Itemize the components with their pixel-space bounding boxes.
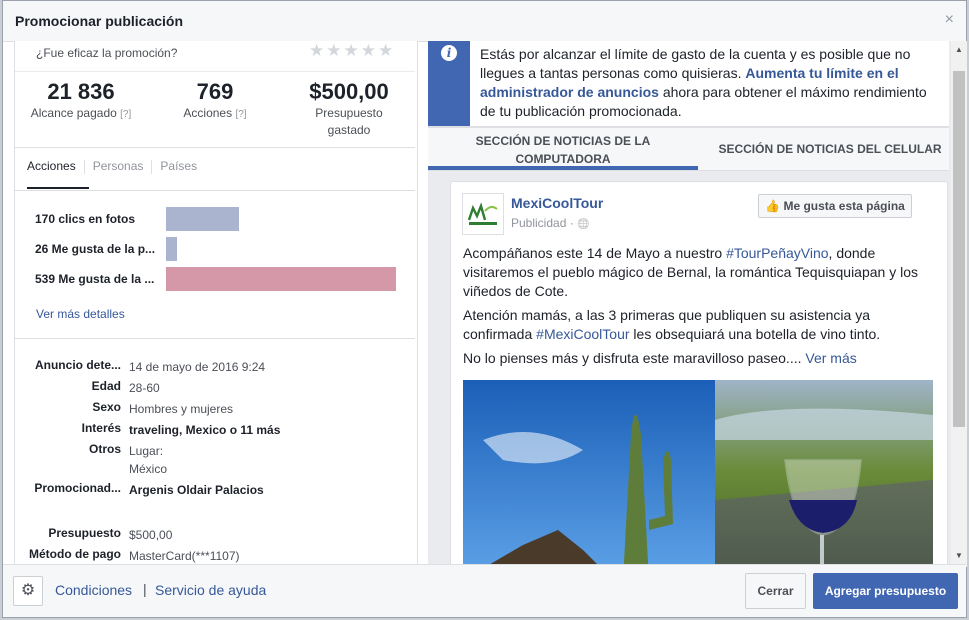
divider [15, 338, 415, 339]
sponsored-label: Publicidad · 🌐 [511, 216, 590, 230]
dialog-title: Promocionar publicación [15, 13, 184, 29]
close-icon[interactable]: × [945, 11, 954, 29]
post-text-1: Acompáñanos este 14 de Mayo a nuestro [463, 245, 727, 261]
footer-separator: | [143, 581, 147, 597]
sponsored-text: Publicidad · [511, 216, 578, 230]
action-label: 170 clics en fotos [35, 212, 136, 226]
stat-value: 769 [196, 79, 234, 104]
more-details-link[interactable]: Ver más detalles [36, 307, 125, 321]
tab-desktop-feed[interactable]: SECCIÓN DE NOTICIAS DE LA COMPUTADORA [428, 128, 698, 170]
detail-key: Interés [81, 421, 121, 435]
scroll-up-icon[interactable]: ▲ [955, 45, 963, 54]
thumbs-up-icon: 👍 [765, 199, 781, 213]
stat-label: Alcance pagado [30, 106, 117, 120]
preview-tabs: SECCIÓN DE NOTICIAS DE LA COMPUTADORA SE… [428, 128, 949, 171]
like-page-label: Me gusta esta página [783, 199, 905, 213]
notice-accent: i [428, 41, 470, 126]
globe-icon: 🌐 [577, 219, 590, 230]
preview-panel: i Estás por alcanzar el límite de gasto … [428, 41, 951, 567]
tab-actions[interactable]: Acciones [27, 159, 84, 173]
stat-label: Presupuesto [315, 106, 383, 120]
active-tab-indicator [27, 187, 89, 189]
divider [15, 147, 415, 148]
info-icon: i [441, 45, 457, 61]
detail-value: 14 de mayo de 2016 9:24 [129, 360, 266, 374]
stat-reach: 21 836 Alcance pagado [?] [29, 79, 133, 123]
action-label: 539 Me gusta de la ... [35, 272, 155, 286]
notice-text: Estás por alcanzar el límite de gasto de… [480, 45, 942, 121]
help-icon[interactable]: [?] [235, 109, 246, 120]
see-more-link[interactable]: Ver más [805, 350, 856, 366]
cancel-button[interactable]: Cerrar [745, 573, 806, 609]
detail-value: traveling, Mexico o 11 más [129, 423, 281, 437]
detail-value-2: México [129, 462, 168, 476]
scroll-down-icon[interactable]: ▼ [955, 551, 963, 560]
page-logo[interactable] [462, 193, 504, 235]
detail-value: 28-60 [129, 381, 160, 395]
detail-key: Edad [91, 379, 121, 393]
divider [83, 159, 85, 174]
page-name-link[interactable]: MexiCoolTour [511, 195, 603, 211]
detail-key: Sexo [92, 400, 121, 414]
detail-value: MasterCard(***1107) [129, 549, 240, 563]
star-rating-icon[interactable]: ★★★★★ [309, 41, 395, 61]
dialog-footer: ⚙ Condiciones | Servicio de ayuda Cerrar… [3, 564, 966, 617]
detail-key: Anuncio dete... [34, 358, 121, 372]
action-bar [166, 267, 396, 291]
spend-limit-notice: i Estás por alcanzar el límite de gasto … [428, 41, 949, 128]
add-budget-button[interactable]: Agregar presupuesto [813, 573, 958, 609]
tab-mobile-feed[interactable]: SECCIÓN DE NOTICIAS DEL CELULAR [710, 128, 950, 170]
terms-link[interactable]: Condiciones [55, 582, 132, 598]
help-icon[interactable]: [?] [120, 109, 131, 120]
detail-value: Lugar: [129, 444, 164, 458]
tab-countries[interactable]: Países [160, 159, 205, 173]
gear-icon[interactable]: ⚙ [13, 576, 43, 606]
detail-value: Hombres y mujeres [129, 402, 234, 416]
action-bar [166, 207, 239, 231]
stat-value: 21 836 [47, 79, 115, 104]
post-text-3: No lo pienses más y disfruta este maravi… [463, 350, 806, 366]
help-center-link[interactable]: Servicio de ayuda [155, 582, 266, 598]
stat-label-2: gastado [327, 123, 371, 137]
stat-label: Acciones [183, 106, 233, 120]
stat-value: $500,00 [309, 79, 389, 104]
scrollbar-thumb[interactable] [953, 71, 965, 427]
stat-budget: $500,00 Presupuesto gastado [299, 79, 399, 139]
like-page-button[interactable]: 👍 Me gusta esta página [758, 194, 912, 218]
divider [151, 159, 153, 174]
detail-value: Argenis Oldair Palacios [129, 483, 264, 497]
hashtag-link[interactable]: #TourPeñayVino [726, 245, 828, 261]
action-bar [166, 237, 177, 261]
preview-scrollbar[interactable]: ▲ ▼ [951, 41, 967, 567]
stat-actions: 769 Acciones [?] [167, 79, 263, 123]
detail-key: Presupuesto [48, 526, 121, 540]
dialog-header: Promocionar publicación × [3, 1, 966, 42]
detail-key: Método de pago [29, 547, 121, 561]
post-text-2b: les obsequiará una botella de vino tinto… [629, 326, 881, 342]
hashtag-link[interactable]: #MexiCoolTour [536, 326, 629, 342]
insights-panel: ¿Fue eficaz la promoción? ★★★★★ 21 836 A… [14, 41, 418, 567]
rating-question: ¿Fue eficaz la promoción? [36, 46, 178, 60]
detail-key: Otros [88, 442, 121, 456]
post-photo[interactable] [463, 380, 933, 567]
detail-key: Promocionad... [34, 481, 121, 495]
divider [15, 190, 415, 191]
detail-value: $500,00 [129, 528, 173, 542]
promote-dialog: Promocionar publicación × ¿Fue eficaz la… [2, 0, 967, 618]
breakdown-tabs: Acciones Personas Países [27, 159, 205, 174]
action-label: 26 Me gusta de la p... [35, 242, 156, 256]
rating-row: ¿Fue eficaz la promoción? ★★★★★ [15, 41, 415, 72]
post-text: Acompáñanos este 14 de Mayo a nuestro #T… [463, 244, 941, 373]
post-preview: MexiCoolTour Publicidad · 🌐 👍 Me gusta e… [450, 181, 948, 567]
tab-people[interactable]: Personas [93, 159, 152, 173]
